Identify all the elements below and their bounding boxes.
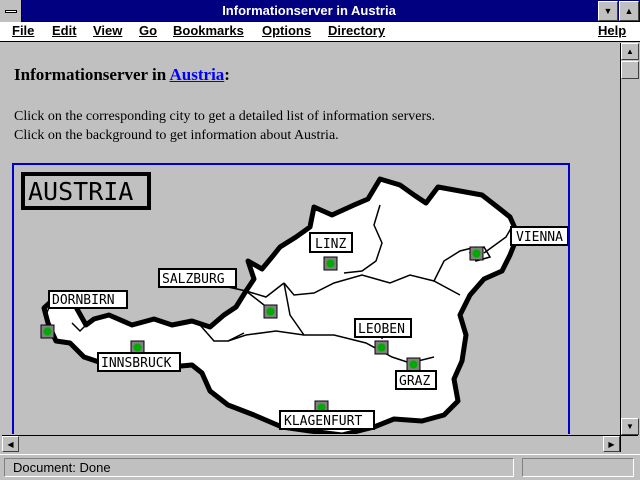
innsbruck-label[interactable]: INNSBRUCK (101, 356, 172, 371)
instruction-line-2: Click on the background to get informati… (14, 128, 339, 143)
scroll-right-button[interactable]: ▶ (603, 436, 620, 452)
linz-marker-dot (326, 259, 335, 268)
innsbruck-marker-dot (133, 343, 142, 352)
horizontal-scroll-track[interactable] (19, 436, 603, 452)
menu-go[interactable]: Go (139, 23, 157, 38)
klagenfurt-label[interactable]: KLAGENFURT (284, 414, 362, 429)
scroll-left-button[interactable]: ◀ (2, 436, 19, 452)
window-title: Informationserver in Austria (222, 3, 396, 18)
minimize-icon: ▼ (603, 6, 613, 16)
menu-bar: File Edit View Go Bookmarks Options Dire… (0, 22, 640, 42)
maximize-icon: ▲ (624, 6, 634, 16)
vienna-label[interactable]: VIENNA (516, 230, 563, 245)
minimize-button[interactable]: ▼ (598, 1, 618, 21)
arrow-right-icon: ▶ (608, 439, 615, 449)
document-view: Informationserver in Austria: Click on t… (2, 43, 620, 434)
austria-map-svg[interactable]: AUSTRIA VIENNA LINZ SALZBURG DORNBIRN IN… (14, 165, 568, 434)
austria-link[interactable]: Austria (170, 65, 225, 84)
instruction-line-1: Click on the corresponding city to get a… (14, 109, 436, 124)
page-heading: Informationserver in Austria: (14, 65, 230, 85)
dornbirn-marker-dot (43, 327, 52, 336)
leoben-label[interactable]: LEOBEN (358, 322, 405, 337)
menu-directory[interactable]: Directory (328, 23, 385, 38)
vienna-marker-dot (472, 249, 481, 258)
dornbirn-label[interactable]: DORNBIRN (52, 293, 115, 308)
map-title: AUSTRIA (28, 177, 133, 206)
arrow-down-icon: ▼ (626, 422, 634, 431)
title-bar: Informationserver in Austria ▼ ▲ (0, 0, 640, 22)
system-menu-icon (4, 9, 17, 13)
vertical-scroll-thumb[interactable] (621, 61, 639, 79)
system-menu-button[interactable] (0, 0, 22, 22)
arrow-up-icon: ▲ (626, 47, 634, 56)
scrollbar-corner (620, 435, 638, 452)
menu-view[interactable]: View (93, 23, 122, 38)
heading-prefix: Informationserver in (14, 65, 170, 84)
status-bar: Document: Done (0, 454, 640, 480)
scroll-up-button[interactable]: ▲ (621, 43, 639, 60)
graz-label[interactable]: GRAZ (399, 374, 430, 389)
salzburg-marker-dot (266, 307, 275, 316)
progress-indicator (522, 458, 634, 477)
austria-image-map[interactable]: AUSTRIA VIENNA LINZ SALZBURG DORNBIRN IN… (12, 163, 570, 434)
heading-suffix: : (224, 65, 230, 84)
linz-label[interactable]: LINZ (315, 237, 346, 252)
salzburg-label[interactable]: SALZBURG (162, 272, 225, 287)
leoben-marker-dot (377, 343, 386, 352)
vertical-scrollbar[interactable]: ▲ ▼ (620, 43, 639, 435)
scroll-down-button[interactable]: ▼ (621, 418, 639, 435)
maximize-button[interactable]: ▲ (619, 1, 639, 21)
horizontal-scrollbar[interactable]: ◀ ▶ (2, 435, 620, 452)
menu-options[interactable]: Options (262, 23, 311, 38)
status-text: Document: Done (4, 458, 514, 477)
menu-edit[interactable]: Edit (52, 23, 77, 38)
menu-help[interactable]: Help (598, 23, 626, 38)
graz-marker-dot (409, 360, 418, 369)
menu-bookmarks[interactable]: Bookmarks (173, 23, 244, 38)
menu-file[interactable]: File (12, 23, 34, 38)
arrow-left-icon: ◀ (7, 439, 14, 449)
